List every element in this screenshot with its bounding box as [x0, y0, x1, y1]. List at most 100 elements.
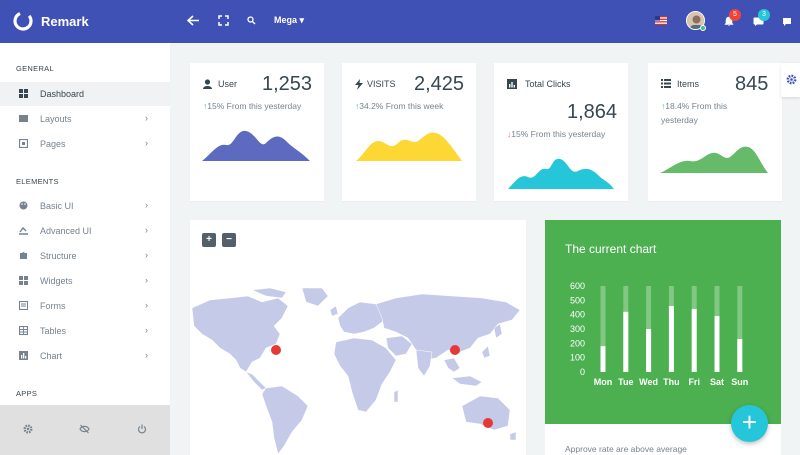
map-marker-sydney[interactable] — [483, 418, 493, 428]
sidebar-item-tables[interactable]: Tables › — [0, 319, 170, 343]
sidebar-item-label: Basic UI — [40, 201, 74, 211]
x-tick-label: Wed — [639, 377, 658, 387]
sparkline-area-items — [660, 146, 768, 173]
sidebar-item-advanced-ui[interactable]: Advanced UI › — [0, 219, 170, 243]
chevron-right-icon: › — [145, 200, 148, 210]
stat-trend: ↓15% From this yesterday — [507, 127, 605, 141]
chevron-right-icon: › — [145, 113, 148, 123]
stat-value: 1,864 — [567, 101, 618, 123]
sidebar-item-pages[interactable]: Pages › — [0, 132, 170, 156]
chevron-right-icon: › — [145, 138, 148, 148]
messages-badge: 3 — [758, 9, 770, 21]
eye-slash-icon[interactable] — [79, 424, 90, 434]
sidebar-item-label: Widgets — [40, 276, 73, 286]
y-tick-label: 300 — [570, 324, 585, 334]
sidebar-item-basic-ui[interactable]: Basic UI › — [0, 194, 170, 218]
chat-icon[interactable] — [782, 17, 792, 27]
x-tick-label: Sun — [731, 377, 748, 387]
puzzle-icon — [20, 252, 27, 259]
sidebar-item-label: Pages — [40, 139, 66, 149]
stat-value: 1,253 — [262, 73, 313, 95]
stat-card-users: User 1,253 ↑15% From this yesterday — [190, 63, 324, 201]
fullscreen-icon[interactable] — [218, 15, 229, 26]
sidebar-item-forms[interactable]: Forms › — [0, 294, 170, 318]
layouts-icon — [19, 115, 28, 122]
bar-mon[interactable] — [600, 346, 606, 372]
sidebar-item-label: Tables — [40, 326, 67, 336]
bar-chart-icon — [507, 79, 517, 89]
list-icon — [661, 79, 671, 88]
x-tick-label: Fri — [688, 377, 700, 387]
stat-trend-text-line1: 18.4% From this — [665, 101, 728, 111]
chevron-right-icon: › — [145, 300, 148, 310]
bar-fri[interactable] — [691, 308, 697, 372]
sparkline-area-clicks — [508, 158, 614, 189]
sidebar-item-label: Forms — [40, 301, 66, 311]
us-flag-icon[interactable] — [655, 16, 667, 25]
chevron-right-icon: › — [145, 250, 148, 260]
stat-label: Items — [677, 79, 700, 89]
user-icon — [203, 79, 212, 89]
bar-sat[interactable] — [714, 316, 720, 372]
chart-icon — [19, 351, 28, 360]
chevron-right-icon: › — [145, 225, 148, 235]
map-zoom-in-button[interactable]: + — [202, 233, 216, 247]
chevron-right-icon: › — [145, 350, 148, 360]
table-icon — [19, 326, 28, 335]
sidebar-item-dashboard[interactable]: Dashboard — [0, 82, 170, 106]
sidebar: GENERAL Dashboard Layouts › Pages › ELEM… — [0, 43, 170, 455]
sidebar-item-structure[interactable]: Structure › — [0, 244, 170, 268]
brand-name: Remark — [41, 14, 89, 29]
section-title-elements: ELEMENTS — [16, 177, 59, 186]
map-zoom-out-button[interactable]: − — [222, 233, 236, 247]
bar-chart: 0 100 200 300 400 500 600 Mon Tue Wed Thu Fri Sat Sun — [570, 281, 748, 387]
chart-panel: The current chart 0 100 200 300 400 500 600 Mon… — [545, 220, 781, 424]
world-map[interactable] — [190, 288, 526, 455]
stat-label: VISITS — [367, 79, 396, 89]
search-icon[interactable] — [247, 16, 256, 25]
stat-trend-text: 15% From this yesterday — [207, 101, 302, 111]
map-marker-new-york[interactable] — [271, 345, 281, 355]
stat-trend: ↑15% From this yesterday — [203, 99, 301, 113]
stat-trend-text-line2: yesterday — [661, 115, 698, 125]
top-navbar: Remark Mega ▾ 5 3 — [0, 0, 800, 43]
back-arrow-icon[interactable] — [187, 15, 200, 26]
bolt-icon — [355, 79, 363, 90]
settings-icon[interactable] — [23, 424, 33, 434]
stat-label: Total Clicks — [525, 79, 571, 89]
stat-trend: ↑34.2% From this week — [355, 99, 443, 113]
sidebar-item-layouts[interactable]: Layouts › — [0, 107, 170, 131]
section-title-apps: APPS — [16, 389, 38, 398]
sidebar-item-widgets[interactable]: Widgets › — [0, 269, 170, 293]
pages-icon — [19, 139, 28, 148]
mega-menu-toggle[interactable]: Mega ▾ — [274, 15, 304, 26]
x-tick-label: Mon — [594, 377, 613, 387]
add-fab-button[interactable]: + — [731, 405, 768, 442]
bar-sun[interactable] — [737, 339, 743, 372]
stat-trend-text: 15% From this yesterday — [511, 129, 606, 139]
mega-menu-label: Mega — [274, 15, 298, 25]
x-tick-label: Tue — [618, 377, 633, 387]
settings-tab[interactable] — [781, 63, 800, 97]
y-tick-label: 100 — [570, 353, 585, 363]
dashboard-icon — [19, 89, 28, 98]
stat-card-items: Items 845 ↑18.4% From this yesterday — [648, 63, 782, 201]
sidebar-item-chart[interactable]: Chart › — [0, 344, 170, 368]
chevron-right-icon: › — [145, 325, 148, 335]
bar-thu[interactable] — [668, 306, 674, 372]
power-icon[interactable] — [137, 424, 147, 434]
sidebar-item-label: Layouts — [40, 114, 72, 124]
x-tick-label: Thu — [663, 377, 680, 387]
stat-card-total-clicks: Total Clicks 1,864 ↓15% From this yester… — [494, 63, 628, 201]
stat-trend: ↑18.4% From this yesterday — [661, 99, 727, 127]
bar-wed[interactable] — [646, 329, 652, 372]
stat-value: 2,425 — [414, 73, 465, 95]
sidebar-item-label: Advanced UI — [40, 226, 92, 236]
bar-tue[interactable] — [623, 311, 629, 372]
brand[interactable]: Remark — [0, 0, 170, 43]
map-marker-beijing[interactable] — [450, 345, 460, 355]
forms-icon — [19, 301, 28, 310]
stat-card-visits: VISITS 2,425 ↑34.2% From this week — [342, 63, 476, 201]
y-tick-label: 500 — [570, 295, 585, 305]
palette-icon — [19, 201, 28, 210]
